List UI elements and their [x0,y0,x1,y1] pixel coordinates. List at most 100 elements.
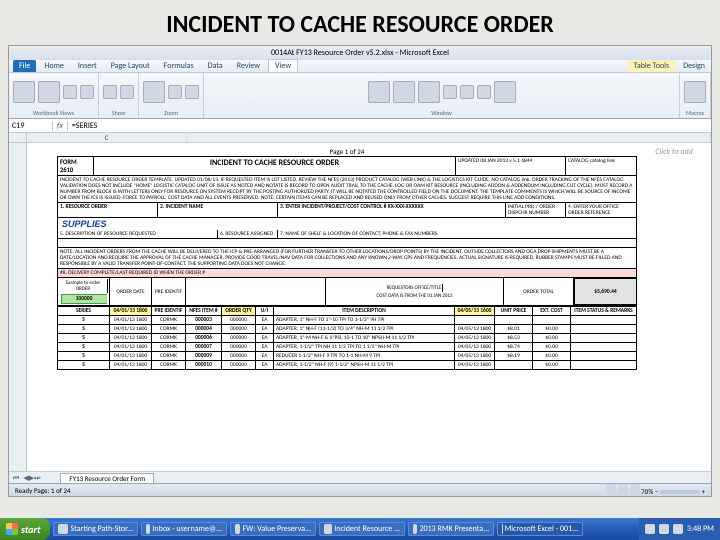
catalog-link: CATALOG catalog link [566,157,636,175]
split-icon[interactable] [443,85,457,99]
start-button[interactable]: start [0,518,50,540]
zoom-out-icon[interactable]: − [655,487,659,496]
ruler-icon[interactable] [103,85,117,99]
taskbar-item[interactable]: 2013 RMK Presenta... [408,522,494,536]
zoom-icon[interactable] [143,81,165,103]
excel-titlebar: 0014At FY13 Resource Order v5.2.xlsx - M… [9,46,711,60]
field-1: 1. RESOURCE ORDER [58,203,158,217]
table-row[interactable]: S04/01/13 1800CORMK000007000000EAADAPTER… [58,343,637,352]
sheet-area[interactable]: Click to add Page 1 of 24 FORM 2610 INCI… [9,143,711,471]
zoom-selection-icon[interactable] [185,85,199,99]
tab-nav-first-icon[interactable]: ⏮ [9,473,23,483]
worksheet-grid[interactable]: Click to add Page 1 of 24 FORM 2610 INCI… [27,143,711,471]
group-label: Show [112,109,125,117]
tab-review[interactable]: Review [231,60,266,72]
row-gutter[interactable] [9,143,27,471]
page-layout-icon[interactable] [38,81,60,103]
normal-view-icon[interactable] [606,484,616,494]
zoom-100-icon[interactable] [168,85,182,99]
fields-row-2: 5. DESCRIPTION OF RESOURCE REQUESTED 6. … [57,230,637,239]
ribbon-tabs: File Home Insert Page Layout Formulas Da… [9,60,711,73]
formula-input[interactable]: =SERIES [68,121,711,131]
ribbon-group-window: Window [204,73,680,118]
status-left: Ready Page: 1 of 24 [15,486,71,495]
volume-icon[interactable] [659,524,669,534]
taskbar-item[interactable]: Microsoft Excel - 001... [497,522,583,536]
tab-design[interactable]: Design [677,60,711,72]
taskbar-item[interactable]: FW: Value Preserva... [230,522,316,536]
fullscreen-icon[interactable] [80,85,94,99]
table-row[interactable]: S04/01/13 1800CORMK000003000000EAADAPTER… [58,316,637,325]
page-layout-view-icon[interactable] [618,484,628,494]
excel-window: 0014At FY13 Resource Order v5.2.xlsx - M… [8,45,712,497]
tab-nav-last-icon[interactable]: ⏭ [34,473,40,483]
app-icon [235,524,240,534]
tab-insert[interactable]: Insert [72,60,103,72]
th-series: SERIES [58,307,110,316]
gridlines-icon[interactable] [120,85,134,99]
system-tray: 3:48 PM [639,518,720,540]
taskbar-item[interactable]: Inbox - username@... [141,522,227,536]
group-label: Workbook Views [33,109,74,117]
field-7: 7. NAME OF SHELF & LOCATION OF CONTACT, … [278,230,636,238]
table-row[interactable]: S04/01/13 1800CORMK000009000000EAREDUCER… [58,352,637,361]
field-3: 3. ENTER INCIDENT/PROJECT/COST CONTROL #… [278,203,506,217]
tab-formulas[interactable]: Formulas [158,60,200,72]
page-break-view-icon[interactable] [630,484,640,494]
th-desc: ITEM DESCRIPTION [274,307,455,316]
note-block-2: NOTE: ALL INCIDENT ORDERS FROM THE CACHE… [57,247,637,269]
clock[interactable]: 3:48 PM [687,524,714,534]
tab-pagelayout[interactable]: Page Layout [105,60,156,72]
tab-file[interactable]: File [13,60,36,72]
field-5b: 5. DESCRIPTION OF RESOURCE REQUESTED [58,230,218,238]
table-row[interactable]: S04/01/13 1800CORMK000006000000EAADAPTER… [58,334,637,343]
col-c[interactable]: C [27,133,187,142]
name-box[interactable]: C19 [9,121,53,131]
windows-logo-icon [6,523,18,535]
order-table: SERIES 04/01/13 1800 PRE IDENTIF NFES IT… [57,306,637,370]
freeze-panes-icon[interactable] [418,81,440,103]
normal-view-icon[interactable] [13,81,35,103]
hdr-right-b: ORDER TOTAL [504,278,574,305]
macros-icon[interactable] [684,81,706,103]
page-header: Page 1 of 24 [57,147,637,156]
arrange-all-icon[interactable] [393,81,415,103]
sheet-tab-active[interactable]: FY13 Resource Order Form [60,473,154,483]
th-qty: ORDER QTY [222,307,256,316]
green-100000: 100000 [61,294,107,304]
contextual-group: Table Tools [628,60,676,72]
status-right: 70% − + [606,484,705,496]
hide-icon[interactable] [460,85,474,99]
th-ui: U/I [256,307,274,316]
column-headers: C [9,133,711,143]
tab-view[interactable]: View [268,59,298,72]
tab-data[interactable]: Data [202,60,229,72]
field-2: 2. INCIDENT NAME [158,203,278,217]
taskbar-item[interactable]: Starting Path-Stor... [53,522,138,536]
th-status: ITEM STATUS & REMARKS [571,307,637,316]
zoom-slider[interactable] [660,490,700,494]
table-row[interactable]: S04/01/13 1800CORMK000010000000EAADAPTER… [58,361,637,370]
tray-icon[interactable] [645,524,655,534]
view-side-by-side-icon[interactable] [477,85,491,99]
zoom-level[interactable]: 70% [641,487,653,496]
th-ext: EXT. COST [533,307,571,316]
custom-views-icon[interactable] [63,85,77,99]
col-rest[interactable] [187,133,711,142]
new-window-icon[interactable] [368,81,390,103]
zoom-in-icon[interactable]: + [702,487,706,496]
switch-windows-icon[interactable] [494,81,516,103]
group-label: Window [431,109,451,117]
pink-note: #8. DELIVERY COMPLETE/LAST REQUIRED ID W… [57,269,637,278]
network-icon[interactable] [673,524,683,534]
tab-home[interactable]: Home [38,60,70,72]
doc-updated: UPDATED 08 JAN 2013 v 5.1 6844 [456,157,566,175]
ribbon-group-show: Show [99,73,139,118]
fx-icon[interactable]: fx [53,121,68,131]
taskbar-item[interactable]: Incident Resource ... [319,522,405,536]
group-label: Macros [686,109,704,117]
field-4: INITIAL PRIL / ORDER DISPCHR NUMBER [506,203,566,217]
ribbon-group-macros: Macros [680,73,711,118]
select-all-corner[interactable] [9,133,27,142]
table-row[interactable]: S04/01/13 1800CORMK000004000000EAADAPTER… [58,325,637,334]
